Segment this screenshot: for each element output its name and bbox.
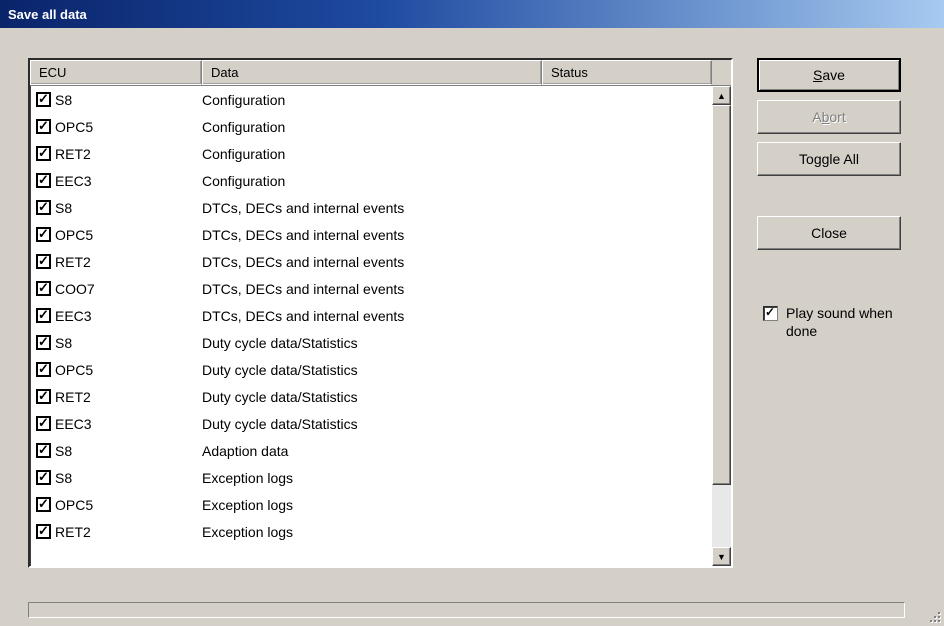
table-row[interactable]: EEC3 Configuration xyxy=(30,167,712,194)
row-data-label: Duty cycle data/Statistics xyxy=(202,335,542,351)
row-data-label: Configuration xyxy=(202,92,542,108)
row-checkbox[interactable] xyxy=(36,92,51,107)
row-data-label: Adaption data xyxy=(202,443,542,459)
play-sound-label: Play sound when done xyxy=(786,304,901,340)
row-checkbox[interactable] xyxy=(36,254,51,269)
table-row[interactable]: OPC5 DTCs, DECs and internal events xyxy=(30,221,712,248)
button-panel: Save Abort Toggle All Close Play sound w… xyxy=(757,58,901,568)
table-row[interactable]: S8 Adaption data xyxy=(30,437,712,464)
table-row[interactable]: S8 DTCs, DECs and internal events xyxy=(30,194,712,221)
row-ecu-label: EEC3 xyxy=(55,308,92,324)
listview-body: S8 Configuration OPC5 Configuration RET2 Conf… xyxy=(30,86,712,566)
row-data-label: Duty cycle data/Statistics xyxy=(202,416,542,432)
row-data-label: DTCs, DECs and internal events xyxy=(202,227,542,243)
table-row[interactable]: RET2 DTCs, DECs and internal events xyxy=(30,248,712,275)
row-ecu-label: S8 xyxy=(55,200,72,216)
row-ecu-label: COO7 xyxy=(55,281,95,297)
window-title: Save all data xyxy=(8,7,87,22)
resize-grip-icon[interactable] xyxy=(924,606,942,624)
close-button[interactable]: Close xyxy=(757,216,901,250)
row-data-label: Configuration xyxy=(202,119,542,135)
row-checkbox[interactable] xyxy=(36,497,51,512)
row-ecu-label: RET2 xyxy=(55,389,91,405)
row-ecu-label: EEC3 xyxy=(55,173,92,189)
row-data-label: DTCs, DECs and internal events xyxy=(202,308,542,324)
row-checkbox[interactable] xyxy=(36,389,51,404)
table-row[interactable]: EEC3 DTCs, DECs and internal events xyxy=(30,302,712,329)
table-row[interactable]: S8 Duty cycle data/Statistics xyxy=(30,329,712,356)
titlebar[interactable]: Save all data xyxy=(0,0,944,28)
play-sound-checkbox[interactable] xyxy=(763,306,778,321)
row-checkbox[interactable] xyxy=(36,227,51,242)
row-data-label: Exception logs xyxy=(202,497,542,513)
table-row[interactable]: EEC3 Duty cycle data/Statistics xyxy=(30,410,712,437)
row-ecu-label: EEC3 xyxy=(55,416,92,432)
table-row[interactable]: OPC5 Exception logs xyxy=(30,491,712,518)
row-data-label: DTCs, DECs and internal events xyxy=(202,254,542,270)
column-header-status[interactable]: Status xyxy=(542,60,712,85)
row-ecu-label: OPC5 xyxy=(55,119,93,135)
listview: ECU Data Status S8 Configuration OPC5 Confi… xyxy=(28,58,733,568)
table-row[interactable]: OPC5 Duty cycle data/Statistics xyxy=(30,356,712,383)
play-sound-option[interactable]: Play sound when done xyxy=(757,300,901,340)
row-data-label: Duty cycle data/Statistics xyxy=(202,389,542,405)
row-ecu-label: RET2 xyxy=(55,254,91,270)
row-data-label: Duty cycle data/Statistics xyxy=(202,362,542,378)
abort-button: Abort xyxy=(757,100,901,134)
row-ecu-label: S8 xyxy=(55,443,72,459)
row-checkbox[interactable] xyxy=(36,443,51,458)
row-checkbox[interactable] xyxy=(36,200,51,215)
row-ecu-label: S8 xyxy=(55,335,72,351)
table-row[interactable]: RET2 Configuration xyxy=(30,140,712,167)
table-row[interactable]: S8 Exception logs xyxy=(30,464,712,491)
row-data-label: DTCs, DECs and internal events xyxy=(202,281,542,297)
row-ecu-label: OPC5 xyxy=(55,227,93,243)
row-checkbox[interactable] xyxy=(36,416,51,431)
table-row[interactable]: OPC5 Configuration xyxy=(30,113,712,140)
row-checkbox[interactable] xyxy=(36,362,51,377)
row-checkbox[interactable] xyxy=(36,335,51,350)
table-row[interactable]: RET2 Exception logs xyxy=(30,518,712,545)
row-data-label: Configuration xyxy=(202,173,542,189)
window-body: ECU Data Status S8 Configuration OPC5 Confi… xyxy=(0,28,944,626)
table-row[interactable]: S8 Configuration xyxy=(30,86,712,113)
toggle-all-button[interactable]: Toggle All xyxy=(757,142,901,176)
row-ecu-label: RET2 xyxy=(55,524,91,540)
row-checkbox[interactable] xyxy=(36,308,51,323)
row-data-label: Configuration xyxy=(202,146,542,162)
column-header-ecu[interactable]: ECU xyxy=(30,60,202,85)
scroll-thumb[interactable] xyxy=(712,105,731,485)
scrollbar-vertical[interactable]: ▲ ▼ xyxy=(712,86,731,566)
row-ecu-label: S8 xyxy=(55,470,72,486)
row-data-label: Exception logs xyxy=(202,470,542,486)
row-checkbox[interactable] xyxy=(36,524,51,539)
row-ecu-label: OPC5 xyxy=(55,362,93,378)
row-checkbox[interactable] xyxy=(36,119,51,134)
status-bar xyxy=(28,602,905,618)
row-ecu-label: OPC5 xyxy=(55,497,93,513)
table-row[interactable]: RET2 Duty cycle data/Statistics xyxy=(30,383,712,410)
save-button[interactable]: Save xyxy=(757,58,901,92)
row-checkbox[interactable] xyxy=(36,173,51,188)
listview-header: ECU Data Status xyxy=(30,60,731,86)
row-checkbox[interactable] xyxy=(36,281,51,296)
row-ecu-label: RET2 xyxy=(55,146,91,162)
column-header-data[interactable]: Data xyxy=(202,60,542,85)
table-row[interactable]: COO7 DTCs, DECs and internal events xyxy=(30,275,712,302)
scroll-up-button[interactable]: ▲ xyxy=(712,86,731,105)
row-checkbox[interactable] xyxy=(36,146,51,161)
row-data-label: DTCs, DECs and internal events xyxy=(202,200,542,216)
row-checkbox[interactable] xyxy=(36,470,51,485)
scroll-down-button[interactable]: ▼ xyxy=(712,547,731,566)
row-ecu-label: S8 xyxy=(55,92,72,108)
row-data-label: Exception logs xyxy=(202,524,542,540)
